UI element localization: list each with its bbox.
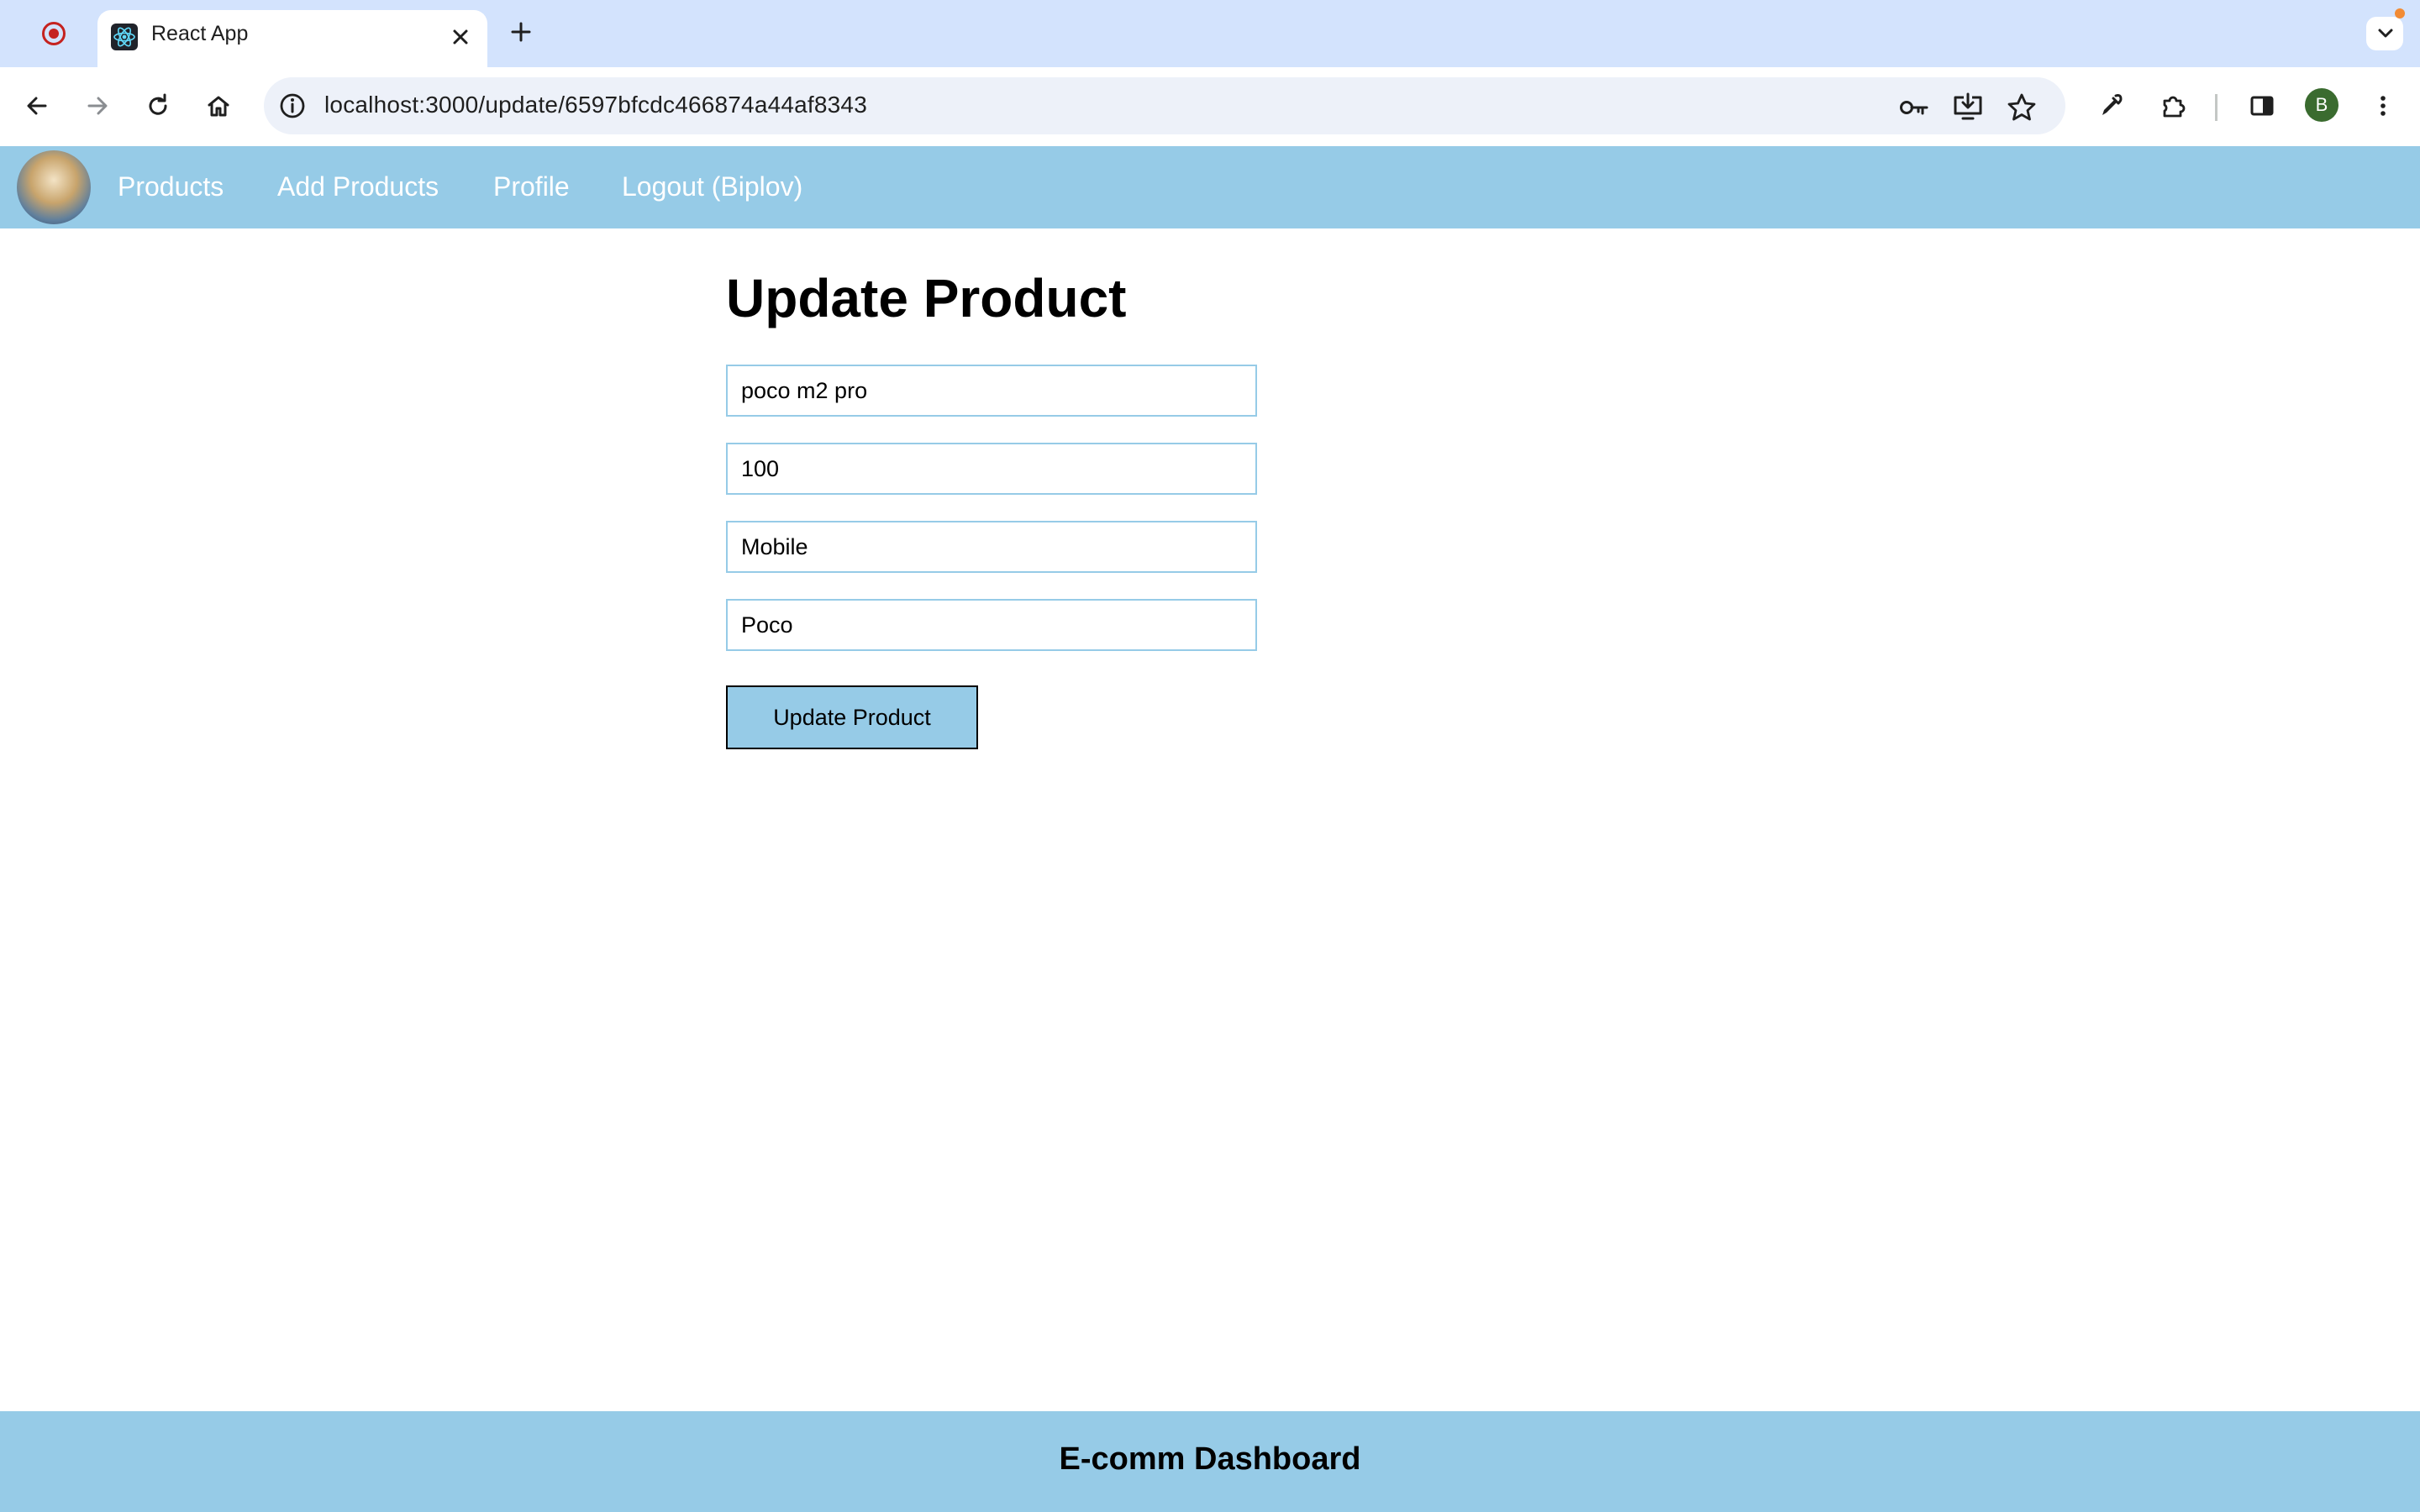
back-icon[interactable] (17, 86, 57, 126)
tab-title: React App (151, 22, 249, 45)
browser-tab[interactable]: React App (97, 10, 487, 67)
logo (17, 150, 91, 224)
nav-link-products[interactable]: Products (118, 171, 224, 202)
home-icon[interactable] (198, 86, 239, 126)
product-category-input[interactable] (726, 521, 1257, 573)
footer-title: E-comm Dashboard (1059, 1441, 1361, 1477)
kebab-menu-icon[interactable] (2363, 86, 2403, 126)
page-title: Update Product (726, 268, 1127, 328)
toolbar-divider (2215, 94, 2217, 121)
product-name-input[interactable] (726, 365, 1257, 417)
address-bar[interactable]: localhost:3000/update/6597bfcdc466874a44… (264, 77, 2065, 134)
reload-icon[interactable] (138, 86, 178, 126)
notification-dot (2395, 8, 2405, 18)
key-icon[interactable] (1897, 91, 1931, 124)
chevron-down-icon (2378, 29, 2393, 38)
nav-link-logout[interactable]: Logout (Biplov) (622, 171, 802, 202)
browser-tab-strip: React App (0, 0, 2420, 67)
install-icon[interactable] (1951, 91, 1985, 124)
star-icon[interactable] (2005, 91, 2039, 124)
plus-icon[interactable] (504, 15, 538, 49)
record-icon[interactable] (42, 22, 66, 45)
app-navbar: Products Add Products Profile Logout (Bi… (0, 146, 2420, 228)
footer: E-comm Dashboard (0, 1411, 2420, 1512)
forward-icon[interactable] (77, 86, 118, 126)
eyedropper-icon[interactable] (2091, 86, 2131, 126)
close-icon[interactable] (444, 20, 477, 54)
browser-toolbar: localhost:3000/update/6597bfcdc466874a44… (0, 67, 2420, 147)
nav-link-add-products[interactable]: Add Products (277, 171, 439, 202)
extensions-icon[interactable] (2153, 86, 2193, 126)
tab-search-button[interactable] (2366, 8, 2405, 50)
url-text: localhost:3000/update/6597bfcdc466874a44… (324, 92, 867, 118)
product-company-input[interactable] (726, 599, 1257, 651)
react-favicon (111, 24, 138, 50)
info-icon[interactable] (277, 91, 308, 121)
side-panel-icon[interactable] (2242, 86, 2282, 126)
nav-link-profile[interactable]: Profile (493, 171, 570, 202)
update-product-button[interactable]: Update Product (726, 685, 978, 749)
avatar[interactable]: B (2305, 88, 2338, 122)
product-price-input[interactable] (726, 443, 1257, 495)
